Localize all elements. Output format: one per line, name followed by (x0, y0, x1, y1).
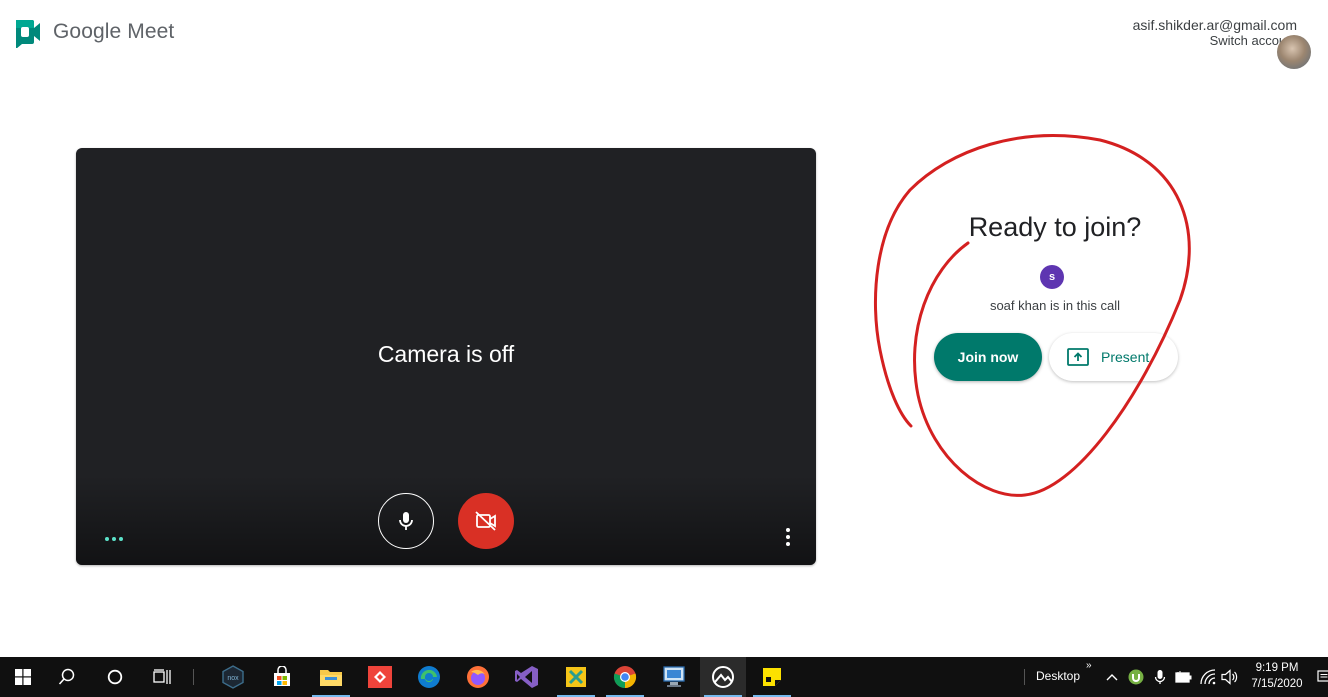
clock-time: 9:19 PM (1255, 662, 1299, 674)
present-button[interactable]: Present (1049, 333, 1178, 381)
sticky-notes-icon (763, 668, 781, 686)
taskbar-app-edge[interactable] (406, 657, 452, 697)
present-label: Present (1101, 349, 1150, 365)
taskbar-app-visual-studio[interactable] (504, 657, 550, 697)
preview-bottom-gradient (76, 475, 816, 565)
store-icon (274, 666, 290, 686)
volume-icon (1221, 669, 1238, 685)
account-info: asif.shikder.ar@gmail.com Switch account (1132, 17, 1311, 69)
more-options-button[interactable] (778, 525, 798, 549)
avatar[interactable] (1277, 35, 1311, 69)
visual-studio-icon (515, 666, 538, 688)
wifi-icon (1200, 669, 1216, 685)
windows-taskbar: nox Desktop » 9:19 PM 7/15/2020 (0, 657, 1328, 697)
taskbar-app-sticky-notes[interactable] (749, 657, 795, 697)
account-email: asif.shikder.ar@gmail.com (1132, 17, 1297, 33)
mic-icon (399, 512, 413, 530)
cortana-button[interactable] (92, 657, 138, 697)
toolbar-chevron[interactable]: » (1086, 660, 1092, 671)
desktop-toolbar-label[interactable]: Desktop (1036, 669, 1080, 683)
action-center-button[interactable] (1315, 668, 1328, 686)
taskbar-app-nox[interactable]: nox (210, 657, 256, 697)
search-icon (58, 668, 75, 685)
taskbar-app-anydesk[interactable] (357, 657, 403, 697)
chevron-up-icon (1106, 674, 1118, 681)
participant-avatar: s (1040, 265, 1064, 289)
tray-battery[interactable] (1175, 668, 1193, 686)
taskbar-search-button[interactable] (44, 657, 90, 697)
show-hidden-icons-button[interactable] (1103, 668, 1121, 686)
tray-wifi[interactable] (1199, 668, 1217, 686)
microphone-tray-icon (1154, 670, 1166, 684)
file-explorer-icon (320, 670, 342, 686)
taskbar-app-photos[interactable] (700, 657, 746, 697)
firefox-icon (467, 666, 489, 688)
tray-volume[interactable] (1221, 668, 1239, 686)
taskbar-app-chrome[interactable] (602, 657, 648, 697)
photos-icon (712, 666, 734, 688)
remote-desktop-icon (663, 666, 685, 687)
battery-icon (1175, 671, 1192, 683)
google-meet-logo-icon (16, 20, 40, 48)
utorrent-icon (1128, 669, 1144, 685)
task-view-button[interactable] (139, 657, 185, 697)
google-meet-page: Google Meet asif.shikder.ar@gmail.com Sw… (0, 0, 1328, 697)
taskbar-app-file-explorer[interactable] (308, 657, 354, 697)
taskbar-app-remote-desktop[interactable] (651, 657, 697, 697)
join-now-button[interactable]: Join now (934, 333, 1042, 381)
task-view-icon (153, 669, 171, 684)
taskbar-divider (1024, 669, 1025, 685)
chrome-icon (613, 666, 637, 689)
edge-icon (418, 666, 440, 688)
present-screen-icon (1067, 348, 1089, 366)
switch-account-link[interactable]: Switch account (1133, 33, 1297, 49)
app-name: Google Meet (53, 20, 175, 43)
clock-date: 7/15/2020 (1251, 678, 1303, 690)
anydesk-icon (368, 666, 392, 688)
xampp-icon (566, 667, 586, 687)
notifications-icon (1317, 670, 1328, 682)
camera-status-text: Camera is off (377, 341, 515, 367)
nox-icon: nox (222, 665, 244, 689)
google-meet-logo[interactable]: Google Meet (14, 16, 174, 48)
ready-to-join-title: Ready to join? (968, 212, 1142, 242)
video-off-icon (475, 511, 496, 531)
taskbar-app-xampp[interactable] (553, 657, 599, 697)
svg-text:nox: nox (227, 675, 239, 682)
participant-status: soaf khan is in this call (989, 298, 1121, 313)
taskbar-app-firefox[interactable] (455, 657, 501, 697)
video-preview: Camera is off (76, 148, 816, 565)
taskbar-clock[interactable]: 9:19 PM 7/15/2020 (1246, 660, 1308, 692)
camera-toggle-button[interactable] (458, 493, 514, 549)
connection-dots (105, 537, 123, 541)
cortana-icon (107, 669, 123, 685)
microphone-button[interactable] (378, 493, 434, 549)
windows-start-icon (15, 669, 31, 685)
tray-microphone[interactable] (1151, 668, 1169, 686)
taskbar-app-store[interactable] (259, 657, 305, 697)
more-vert-icon (786, 528, 790, 532)
header: Google Meet asif.shikder.ar@gmail.com Sw… (0, 0, 1328, 69)
start-button[interactable] (0, 657, 46, 697)
taskbar-divider (193, 669, 194, 685)
tray-utorrent[interactable] (1127, 668, 1145, 686)
